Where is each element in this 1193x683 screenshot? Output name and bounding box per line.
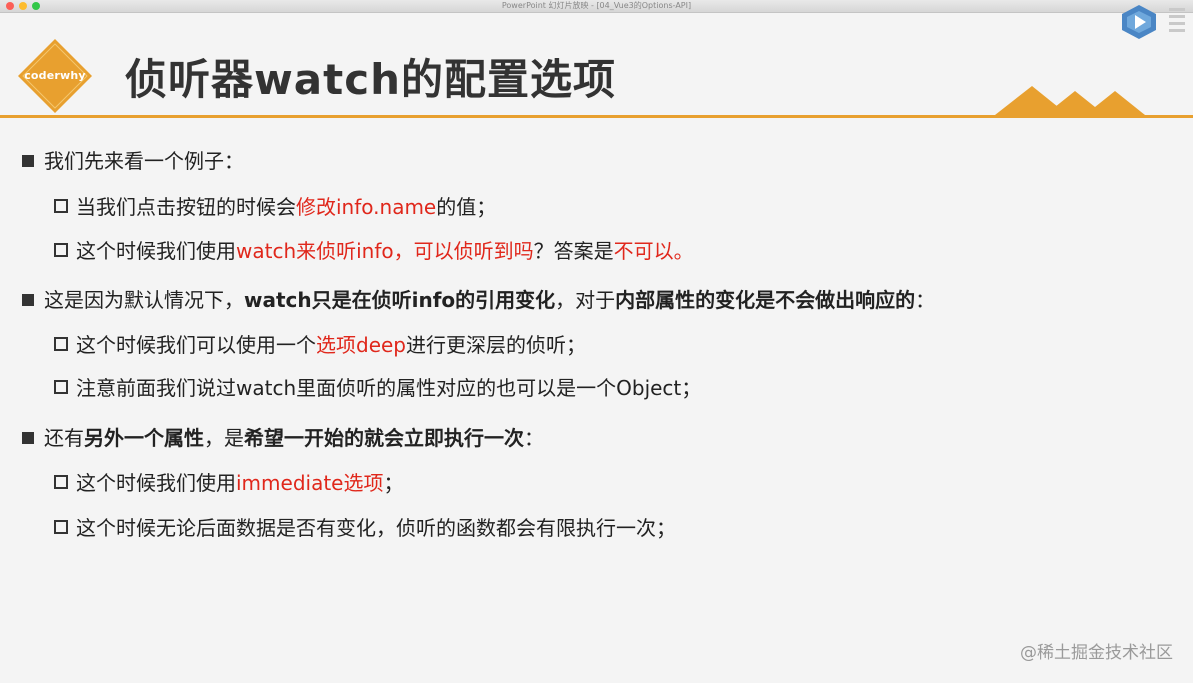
logo-text: coderwhy	[24, 69, 86, 82]
hollow-square-bullet-icon	[54, 520, 68, 534]
hollow-square-bullet-icon	[54, 243, 68, 257]
hollow-square-bullet-icon	[54, 337, 68, 351]
sub-bullet-item: 当我们点击按钮的时候会修改info.name的值；	[54, 192, 496, 222]
bold-text: watch只是在侦听info的引用变化	[244, 288, 556, 312]
highlight-text: 选项deep	[316, 333, 406, 357]
bullet-text: ？答案是	[533, 239, 614, 263]
watermark: @稀土掘金技术社区	[1020, 643, 1173, 663]
hollow-square-bullet-icon	[54, 380, 68, 394]
header-divider	[0, 115, 1193, 118]
bullet-text: 还有	[44, 426, 84, 450]
bullet-text: ：	[524, 426, 544, 450]
bold-text: 内部属性的变化是不会做出响应的	[615, 288, 916, 312]
hollow-square-bullet-icon	[54, 199, 68, 213]
bullet-text: 进行更深层的侦听；	[406, 333, 586, 357]
bullet-text: 我们先来看一个例子：	[44, 149, 244, 173]
filled-square-bullet-icon	[22, 294, 34, 306]
filled-square-bullet-icon	[22, 432, 34, 444]
bullet-text: 这是因为默认情况下，	[44, 288, 244, 312]
highlight-text: immediate选项	[236, 471, 384, 495]
slide-title: 侦听器watch的配置选项	[125, 55, 617, 104]
window-title: PowerPoint 幻灯片放映 - [04_Vue3的Options-API]	[501, 1, 692, 10]
bullet-text: 注意前面我们说过watch里面侦听的属性对应的也可以是一个Object；	[76, 376, 702, 400]
hollow-square-bullet-icon	[54, 475, 68, 489]
bullet-text: 当我们点击按钮的时候会	[76, 195, 296, 219]
bullet-text: 这个时候我们使用	[76, 239, 236, 263]
bullet-text: 的值；	[436, 195, 497, 219]
bold-text: 另外一个属性	[84, 426, 204, 450]
bold-text: 希望一开始的就会立即执行一次	[244, 426, 524, 450]
bullet-text: ，是	[204, 426, 244, 450]
bullet-text: ，对于	[555, 288, 616, 312]
bullet-text: ：	[915, 288, 936, 312]
bullet-text: 这个时候我们可以使用一个	[76, 333, 316, 357]
header-mountains-decoration	[995, 86, 1145, 115]
bullet-text: 这个时候无论后面数据是否有变化，侦听的函数都会有限执行一次；	[76, 516, 676, 540]
sub-bullet-item: 这个时候无论后面数据是否有变化，侦听的函数都会有限执行一次；	[54, 513, 676, 543]
highlight-text: info.name	[336, 195, 437, 219]
sub-bullet-item: 这个时候我们使用immediate选项；	[54, 468, 403, 498]
title-bar: PowerPoint 幻灯片放映 - [04_Vue3的Options-API]	[0, 0, 1193, 13]
highlight-text: 不可以。	[613, 239, 694, 263]
filled-square-bullet-icon	[22, 155, 34, 167]
bullet-item: 这是因为默认情况下，watch只是在侦听info的引用变化，对于内部属性的变化是…	[22, 285, 935, 315]
sub-bullet-item: 这个时候我们使用watch来侦听info，可以侦听到吗？答案是不可以。	[54, 236, 694, 266]
sub-bullet-item: 这个时候我们可以使用一个选项deep进行更深层的侦听；	[54, 330, 586, 360]
video-player-icon[interactable]	[1119, 3, 1159, 41]
slideshow-window: PowerPoint 幻灯片放映 - [04_Vue3的Options-API]…	[0, 0, 1193, 683]
highlight-text: watch来侦听info，可以侦听到吗	[236, 239, 534, 263]
bullet-item: 还有另外一个属性，是希望一开始的就会立即执行一次：	[22, 423, 544, 453]
sub-bullet-item: 注意前面我们说过watch里面侦听的属性对应的也可以是一个Object；	[54, 373, 701, 403]
bullet-item: 我们先来看一个例子：	[22, 146, 244, 176]
bullet-text: 这个时候我们使用	[76, 471, 236, 495]
menu-icon[interactable]	[1167, 4, 1187, 36]
bullet-text: ；	[383, 471, 404, 495]
highlight-text: 修改	[296, 195, 336, 219]
